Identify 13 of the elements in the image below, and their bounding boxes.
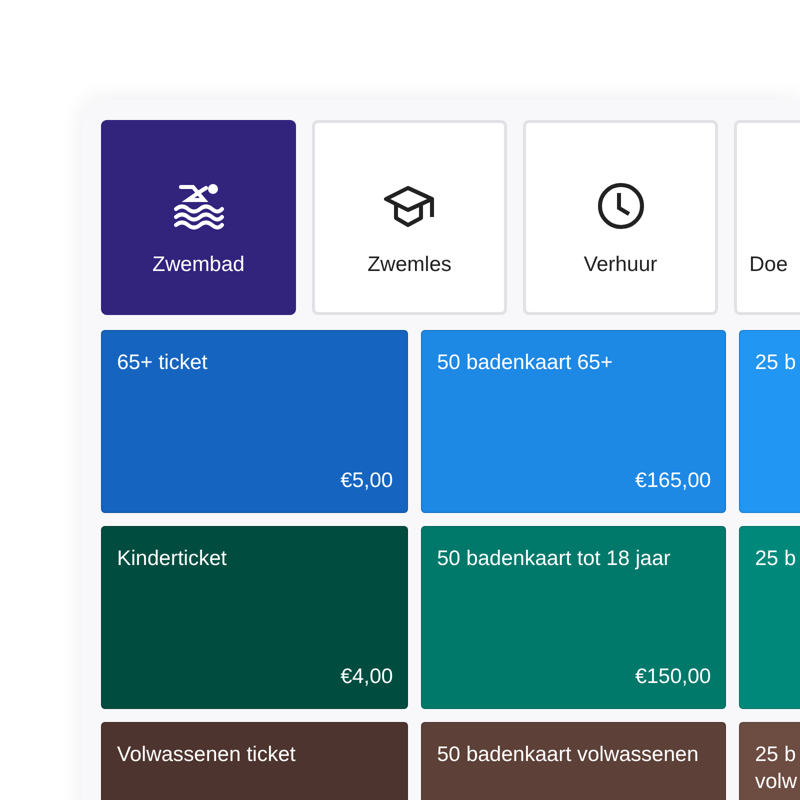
clock-icon — [596, 180, 646, 230]
product-tile[interactable]: 50 badenkaart 65+ €165,00 — [421, 330, 726, 513]
category-tab[interactable]: Doe — [734, 120, 800, 315]
category-tab[interactable]: Verhuur — [523, 120, 718, 315]
product-tile[interactable]: 65+ ticket €5,00 — [101, 330, 408, 513]
product-tile[interactable]: 25 b volw — [739, 722, 800, 800]
product-tile[interactable]: 50 badenkaart tot 18 jaar €150,00 — [421, 526, 726, 709]
category-tab[interactable]: Zwemles — [312, 120, 507, 315]
product-tile[interactable]: Volwassenen ticket — [101, 722, 408, 800]
product-tile[interactable]: 50 badenkaart volwassenen — [421, 722, 726, 800]
category-tab[interactable]: Zwembad — [101, 120, 296, 315]
product-tile[interactable]: 25 b — [739, 526, 800, 709]
product-tile[interactable]: Kinderticket €4,00 — [101, 526, 408, 709]
